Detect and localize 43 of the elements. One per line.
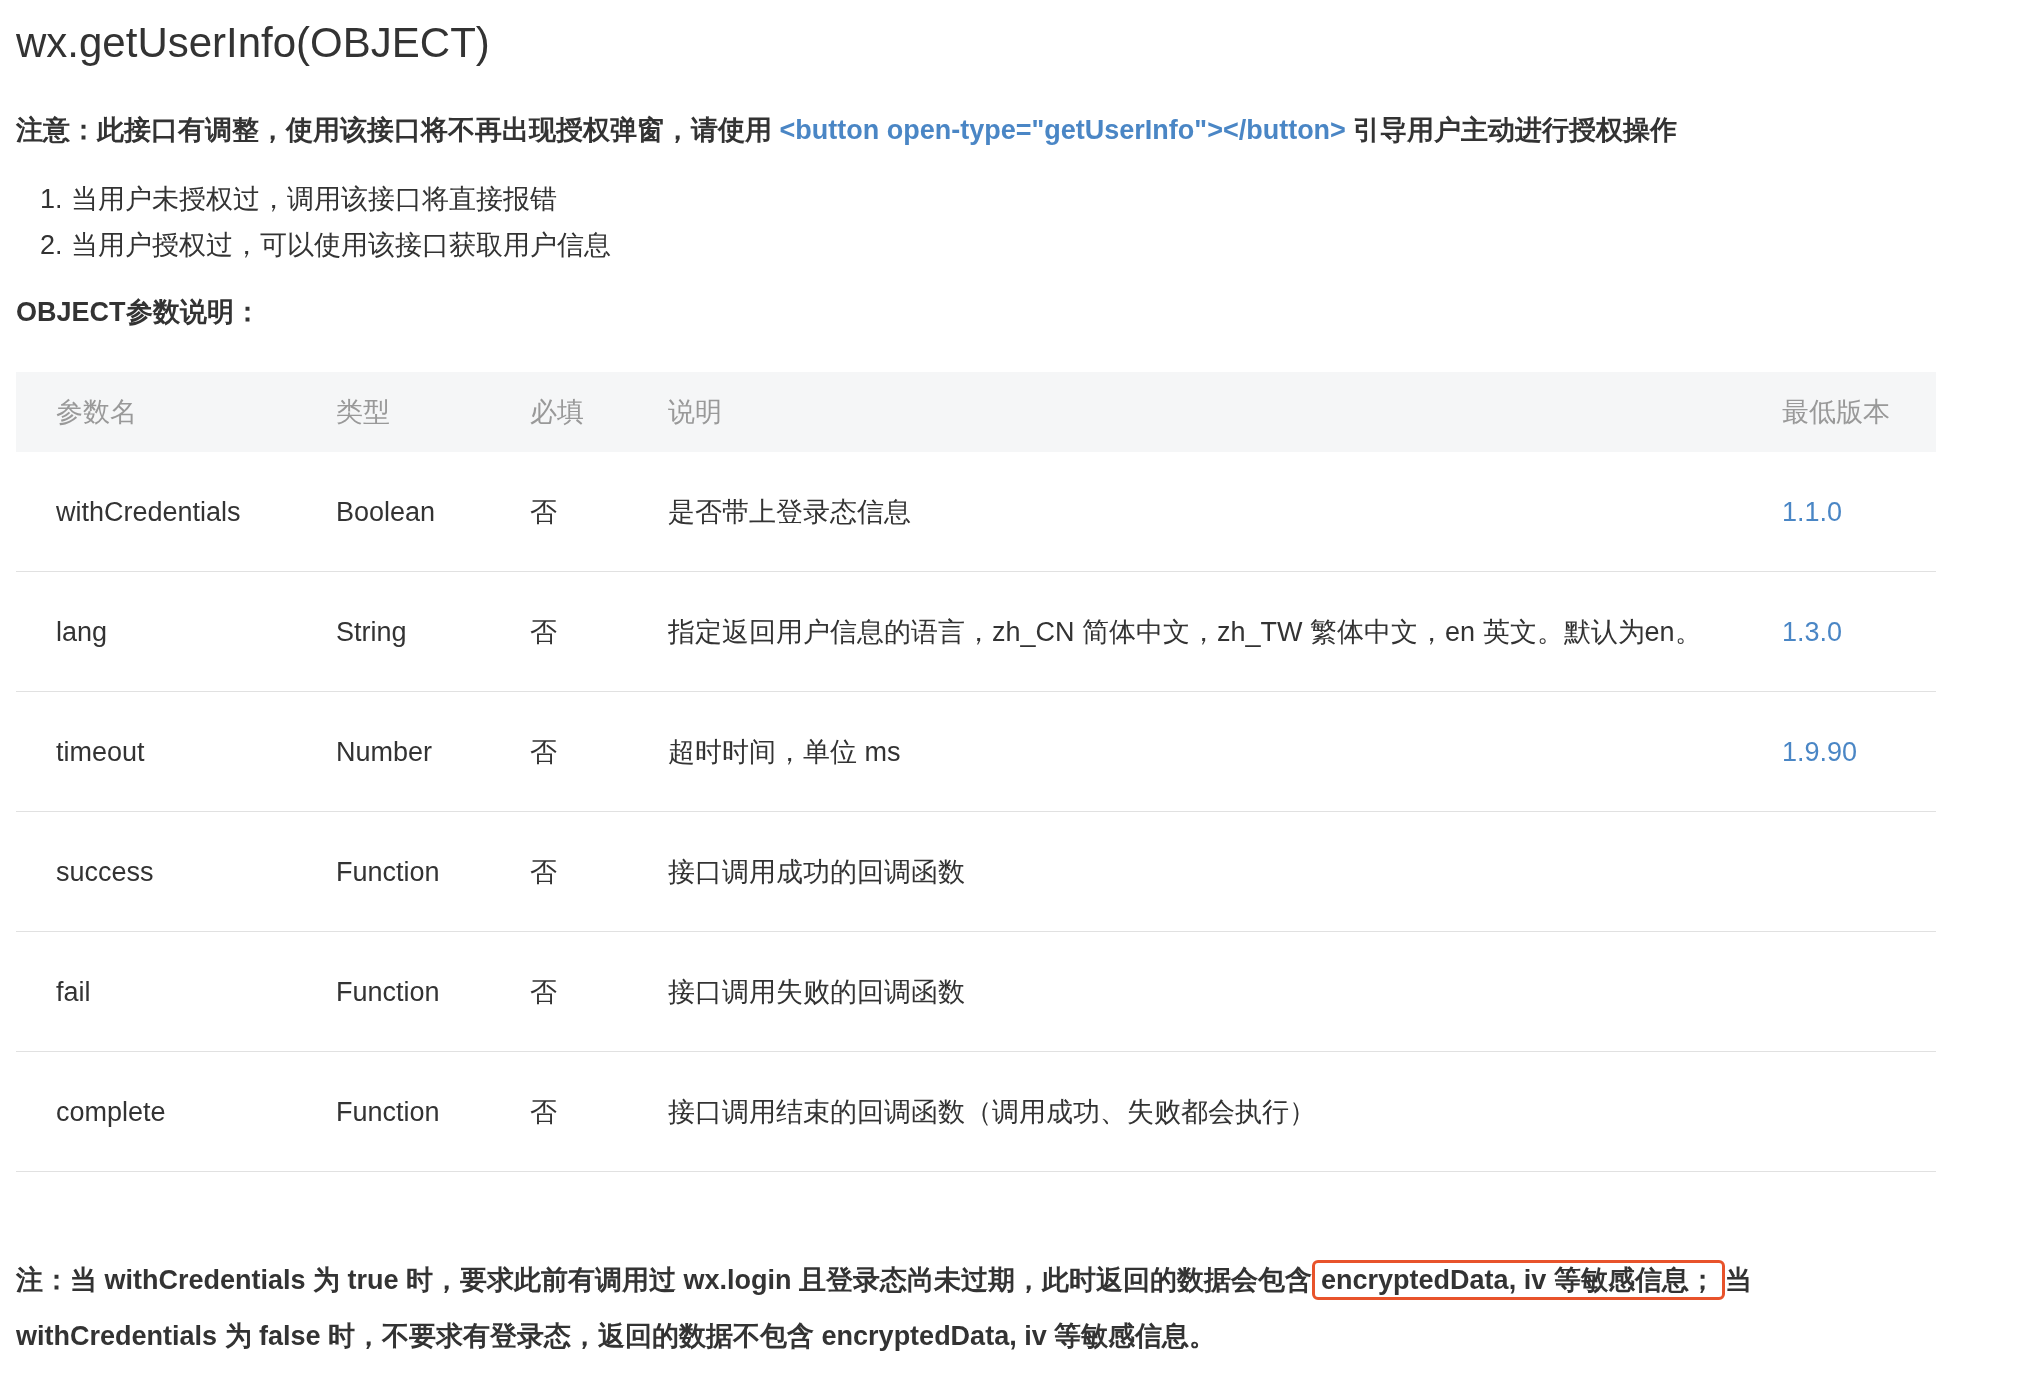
table-cell: complete [56,1096,166,1127]
list-item-text: 当用户授权过，可以使用该接口获取用户信息 [70,229,611,262]
note-text: 当 [1724,1265,1752,1295]
notice-text: 注意：此接口有调整，使用该接口将不再出现授权弹窗，请使用 <button open-type="getUserInfo"></button> 引导用户主动进行授权操作 [16,114,1679,147]
table-cell: success [56,856,154,887]
column-header: 说明 [668,397,722,427]
table-cell: 否 [530,976,557,1007]
table-cell: timeout [56,736,145,767]
table-cell: 超时时间，单位 ms [668,736,901,767]
table-cell: Function [336,976,440,1007]
highlight-box: encryptedData, iv 等敏感信息； [1312,1260,1725,1300]
list-number: 1. [40,183,63,216]
table-cell: 否 [530,856,557,887]
table-cell: 接口调用成功的回调函数 [668,856,965,887]
list-item-text: 当用户未授权过，调用该接口将直接报错 [70,183,557,216]
table-cell: Boolean [336,496,436,527]
section-heading: OBJECT参数说明： [16,296,262,329]
version-text: 1.9.90 [1782,736,1858,767]
table-cell: withCredentials [56,496,241,527]
table-cell: Function [336,856,440,887]
table-cell: 否 [530,736,557,767]
table-cell: 否 [530,616,557,647]
table-cell: 指定返回用户信息的语言，zh_CN 简体中文，zh_TW 繁体中文，en 英文。默认为en。 [668,616,1702,647]
column-header: 最低版本 [1782,397,1890,427]
table-cell: fail [56,976,91,1007]
column-header: 类型 [336,397,390,427]
table-cell: 接口调用失败的回调函数 [668,976,965,1007]
version-text: 1.1.0 [1782,496,1843,527]
table-cell: Function [336,1096,440,1127]
note-text: 注：当 withCredentials 为 true 时，要求此前有调用过 wx.login 且登录态尚未过期，此时返回的数据会包含 [16,1265,1313,1295]
table-cell: 接口调用结束的回调函数（调用成功、失败都会执行） [668,1096,1316,1127]
table-cell: Number [336,736,433,767]
note-text: withCredentials 为 false 时，不要求有登录态，返回的数据不包含 encryptedData, iv 等敏感信息。 [16,1321,1217,1351]
column-header: 参数名 [56,397,137,427]
table-cell: 否 [530,1096,557,1127]
table-cell: 是否带上登录态信息 [668,496,911,527]
list-number: 2. [40,229,63,262]
version-text: 1.3.0 [1782,616,1843,647]
column-header: 必填 [530,397,584,427]
table-cell: 否 [530,496,557,527]
table-cell: String [336,616,407,647]
page-title: wx.getUserInfo(OBJECT) [16,18,491,68]
table-cell: lang [56,616,108,647]
